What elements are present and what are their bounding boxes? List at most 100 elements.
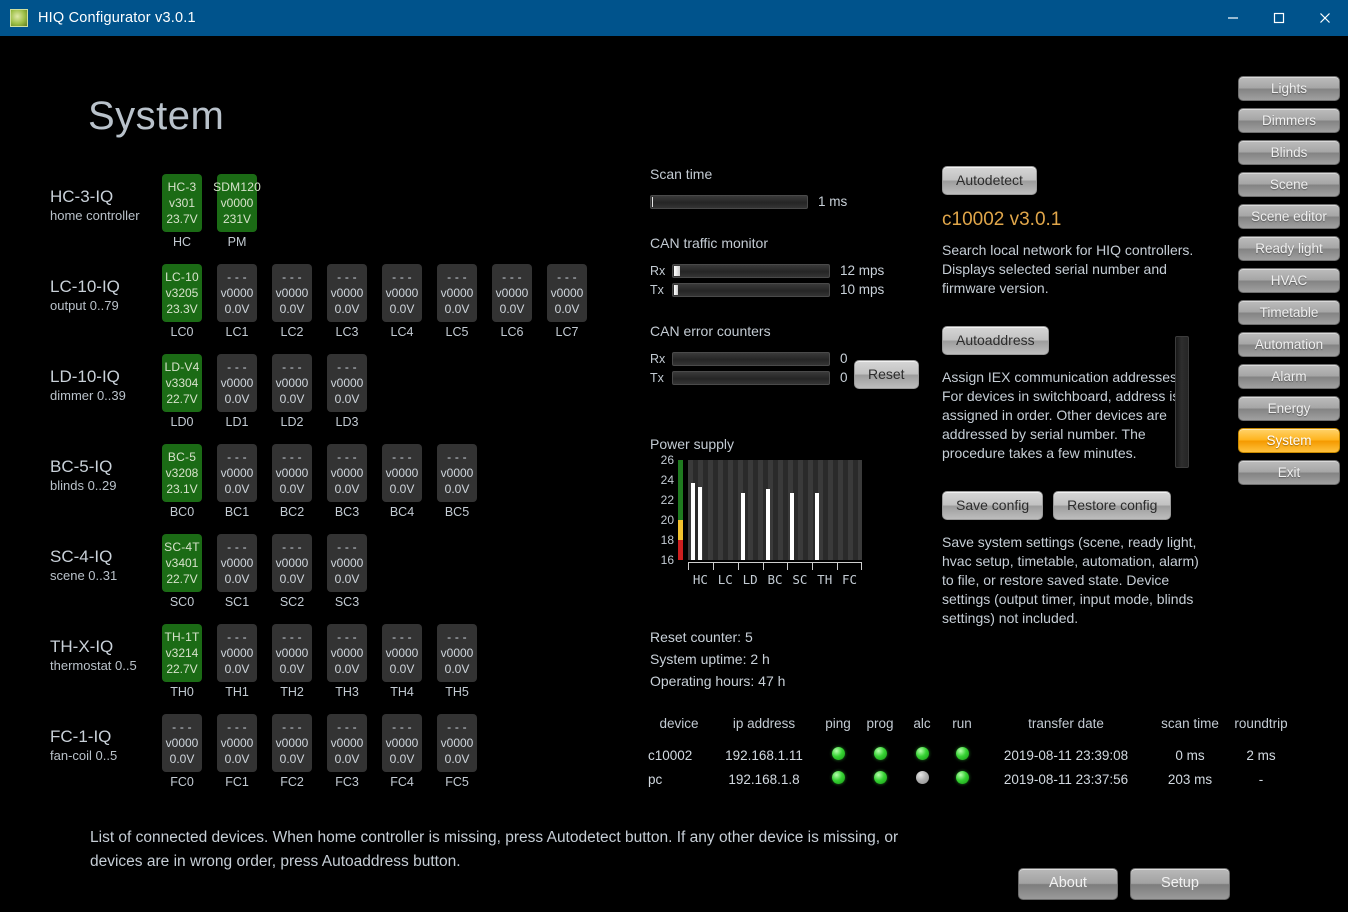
sidebar-item-alarm[interactable]: Alarm <box>1238 364 1340 389</box>
device-tile[interactable]: - - - v0000 0.0V LD2 <box>272 354 312 429</box>
sidebar-item-energy[interactable]: Energy <box>1238 396 1340 421</box>
device-tile-box[interactable]: - - - v0000 0.0V <box>327 714 367 772</box>
device-tile[interactable]: - - - v0000 0.0V LD1 <box>217 354 257 429</box>
device-tile-box[interactable]: - - - v0000 0.0V <box>162 714 202 772</box>
device-tile-box[interactable]: - - - v0000 0.0V <box>437 444 477 502</box>
device-tile-box[interactable]: - - - v0000 0.0V <box>492 264 532 322</box>
device-tile[interactable]: - - - v0000 0.0V LC1 <box>217 264 257 339</box>
device-tile[interactable]: SC-4T v3401 22.7V SC0 <box>162 534 202 609</box>
close-icon[interactable] <box>1302 0 1348 36</box>
device-tile-box[interactable]: BC-5 v3208 23.1V <box>162 444 202 502</box>
device-tile[interactable]: TH-1T v3214 22.7V TH0 <box>162 624 202 699</box>
device-tile-box[interactable]: - - - v0000 0.0V <box>217 264 257 322</box>
device-tile[interactable]: - - - v0000 0.0V FC2 <box>272 714 312 789</box>
device-tile[interactable]: - - - v0000 0.0V LC5 <box>437 264 477 339</box>
sidebar-item-hvac[interactable]: HVAC <box>1238 268 1340 293</box>
device-tile-box[interactable]: - - - v0000 0.0V <box>437 624 477 682</box>
device-tile-box[interactable]: - - - v0000 0.0V <box>217 444 257 502</box>
device-tile-box[interactable]: - - - v0000 0.0V <box>382 264 422 322</box>
device-tile-box[interactable]: - - - v0000 0.0V <box>327 534 367 592</box>
restore-config-button[interactable]: Restore config <box>1053 491 1172 520</box>
device-tile[interactable]: BC-5 v3208 23.1V BC0 <box>162 444 202 519</box>
about-button[interactable]: About <box>1018 868 1118 900</box>
maximize-icon[interactable] <box>1256 0 1302 36</box>
device-tile-box[interactable]: LC-10 v3205 23.3V <box>162 264 202 322</box>
device-tile[interactable]: LC-10 v3205 23.3V LC0 <box>162 264 202 339</box>
device-tile[interactable]: - - - v0000 0.0V BC5 <box>437 444 477 519</box>
device-tile[interactable]: - - - v0000 0.0V TH1 <box>217 624 257 699</box>
device-tile[interactable]: - - - v0000 0.0V BC4 <box>382 444 422 519</box>
device-tile-box[interactable]: TH-1T v3214 22.7V <box>162 624 202 682</box>
device-tile[interactable]: - - - v0000 0.0V SC3 <box>327 534 367 609</box>
device-tile[interactable]: - - - v0000 0.0V LC6 <box>492 264 532 339</box>
device-tile-box[interactable]: - - - v0000 0.0V <box>327 354 367 412</box>
device-tile-box[interactable]: - - - v0000 0.0V <box>382 444 422 502</box>
device-tile[interactable]: - - - v0000 0.0V SC1 <box>217 534 257 609</box>
device-tile-box[interactable]: - - - v0000 0.0V <box>217 354 257 412</box>
device-tile[interactable]: - - - v0000 0.0V TH2 <box>272 624 312 699</box>
device-tile-box[interactable]: HC-3 v301 23.7V <box>162 174 202 232</box>
device-tile-box[interactable]: - - - v0000 0.0V <box>382 714 422 772</box>
save-config-button[interactable]: Save config <box>942 491 1044 520</box>
reset-button[interactable]: Reset <box>854 360 919 389</box>
device-tile-box[interactable]: - - - v0000 0.0V <box>272 354 312 412</box>
sidebar-item-scene-editor[interactable]: Scene editor <box>1238 204 1340 229</box>
device-tile-box[interactable]: - - - v0000 0.0V <box>217 624 257 682</box>
autoaddress-button[interactable]: Autoaddress <box>942 326 1049 355</box>
device-tile-box[interactable]: - - - v0000 0.0V <box>437 264 477 322</box>
device-tile-box[interactable]: - - - v0000 0.0V <box>272 534 312 592</box>
device-tile[interactable]: - - - v0000 0.0V BC1 <box>217 444 257 519</box>
device-tile-version: v0000 <box>275 376 309 390</box>
sidebar-item-system[interactable]: System <box>1238 428 1340 453</box>
device-tile[interactable]: - - - v0000 0.0V TH3 <box>327 624 367 699</box>
device-tile-box[interactable]: - - - v0000 0.0V <box>382 624 422 682</box>
device-tile-box[interactable]: - - - v0000 0.0V <box>272 444 312 502</box>
setup-button[interactable]: Setup <box>1130 868 1230 900</box>
table-row[interactable]: pc 192.168.1.8 2019-08-11 23:37:56 203 ms - <box>648 767 1292 791</box>
sidebar-item-exit[interactable]: Exit <box>1238 460 1340 485</box>
device-tile-box[interactable]: - - - v0000 0.0V <box>272 624 312 682</box>
device-tile[interactable]: LD-V4 v3304 22.7V LD0 <box>162 354 202 429</box>
device-tile-box[interactable]: - - - v0000 0.0V <box>327 264 367 322</box>
sidebar-item-lights[interactable]: Lights <box>1238 76 1340 101</box>
device-tile-box[interactable]: - - - v0000 0.0V <box>547 264 587 322</box>
panel-scrollbar[interactable] <box>1175 336 1189 468</box>
device-tile[interactable]: - - - v0000 0.0V LC7 <box>547 264 587 339</box>
device-tile[interactable]: SDM120 v0000 231V PM <box>213 174 261 249</box>
sidebar-item-dimmers[interactable]: Dimmers <box>1238 108 1340 133</box>
device-tile[interactable]: - - - v0000 0.0V LC3 <box>327 264 367 339</box>
device-tile[interactable]: - - - v0000 0.0V LC2 <box>272 264 312 339</box>
device-tile[interactable]: - - - v0000 0.0V LD3 <box>327 354 367 429</box>
device-tile[interactable]: - - - v0000 0.0V SC2 <box>272 534 312 609</box>
table-column-header: run <box>952 716 972 731</box>
sidebar-item-timetable[interactable]: Timetable <box>1238 300 1340 325</box>
device-tile[interactable]: - - - v0000 0.0V TH4 <box>382 624 422 699</box>
autodetect-button[interactable]: Autodetect <box>942 166 1037 195</box>
device-tile-box[interactable]: - - - v0000 0.0V <box>437 714 477 772</box>
device-tile-box[interactable]: - - - v0000 0.0V <box>217 534 257 592</box>
table-row[interactable]: c10002 192.168.1.11 2019-08-11 23:39:08 0 m… <box>648 743 1292 767</box>
device-tile[interactable]: - - - v0000 0.0V FC5 <box>437 714 477 789</box>
device-tile[interactable]: - - - v0000 0.0V BC2 <box>272 444 312 519</box>
device-tile[interactable]: - - - v0000 0.0V FC1 <box>217 714 257 789</box>
sidebar-item-blinds[interactable]: Blinds <box>1238 140 1340 165</box>
sidebar-item-automation[interactable]: Automation <box>1238 332 1340 357</box>
device-tile-box[interactable]: - - - v0000 0.0V <box>272 264 312 322</box>
device-tile-box[interactable]: - - - v0000 0.0V <box>327 444 367 502</box>
device-tile[interactable]: - - - v0000 0.0V TH5 <box>437 624 477 699</box>
device-tile-box[interactable]: SC-4T v3401 22.7V <box>162 534 202 592</box>
device-tile[interactable]: - - - v0000 0.0V LC4 <box>382 264 422 339</box>
device-tile-box[interactable]: - - - v0000 0.0V <box>272 714 312 772</box>
minimize-icon[interactable] <box>1210 0 1256 36</box>
device-tile[interactable]: - - - v0000 0.0V FC0 <box>162 714 202 789</box>
sidebar-item-scene[interactable]: Scene <box>1238 172 1340 197</box>
device-tile-box[interactable]: - - - v0000 0.0V <box>217 714 257 772</box>
device-tile[interactable]: HC-3 v301 23.7V HC <box>162 174 202 249</box>
device-tile-box[interactable]: SDM120 v0000 231V <box>213 174 261 232</box>
device-tile-box[interactable]: - - - v0000 0.0V <box>327 624 367 682</box>
sidebar-item-ready-light[interactable]: Ready light <box>1238 236 1340 261</box>
device-tile[interactable]: - - - v0000 0.0V FC4 <box>382 714 422 789</box>
device-tile-box[interactable]: LD-V4 v3304 22.7V <box>162 354 202 412</box>
device-tile[interactable]: - - - v0000 0.0V BC3 <box>327 444 367 519</box>
device-tile[interactable]: - - - v0000 0.0V FC3 <box>327 714 367 789</box>
